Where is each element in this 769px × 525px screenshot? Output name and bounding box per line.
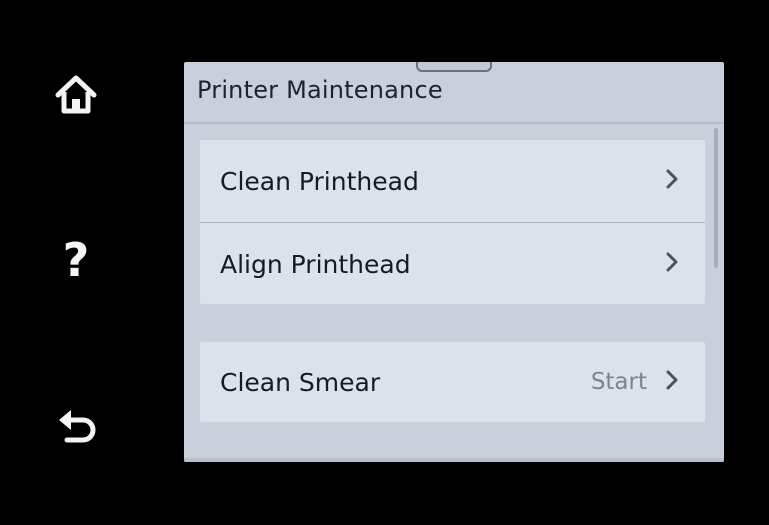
home-icon — [53, 73, 99, 115]
title-divider — [184, 122, 724, 124]
pull-down-tab[interactable] — [416, 62, 492, 72]
page-title: Printer Maintenance — [197, 76, 443, 104]
chevron-right-icon — [665, 369, 679, 395]
list-item-align-printhead[interactable]: Align Printhead — [200, 222, 705, 305]
list-item-label: Clean Smear — [220, 367, 381, 397]
back-button[interactable] — [44, 394, 108, 458]
scrollbar[interactable] — [714, 128, 718, 268]
screen-bottom-edge — [184, 458, 724, 462]
list-item-value: Start — [590, 369, 647, 395]
chevron-right-icon — [665, 168, 679, 194]
list-item-label: Clean Printhead — [220, 166, 419, 196]
touch-screen: Printer Maintenance Clean Printhead Alig… — [184, 62, 724, 462]
back-arrow-icon — [53, 406, 99, 446]
maintenance-list: Clean Printhead Align Printhead — [200, 140, 705, 304]
smear-list: Clean Smear Start — [200, 342, 705, 422]
home-button[interactable] — [44, 62, 108, 126]
printer-control-panel: ? Printer Maintenance Clean Printhead Al… — [0, 0, 769, 525]
list-item-label: Align Printhead — [220, 249, 411, 279]
chevron-right-icon — [665, 251, 679, 277]
list-item-clean-printhead[interactable]: Clean Printhead — [200, 140, 705, 222]
list-item-clean-smear[interactable]: Clean Smear Start — [200, 342, 705, 422]
question-icon: ? — [62, 233, 90, 287]
help-button[interactable]: ? — [44, 228, 108, 292]
